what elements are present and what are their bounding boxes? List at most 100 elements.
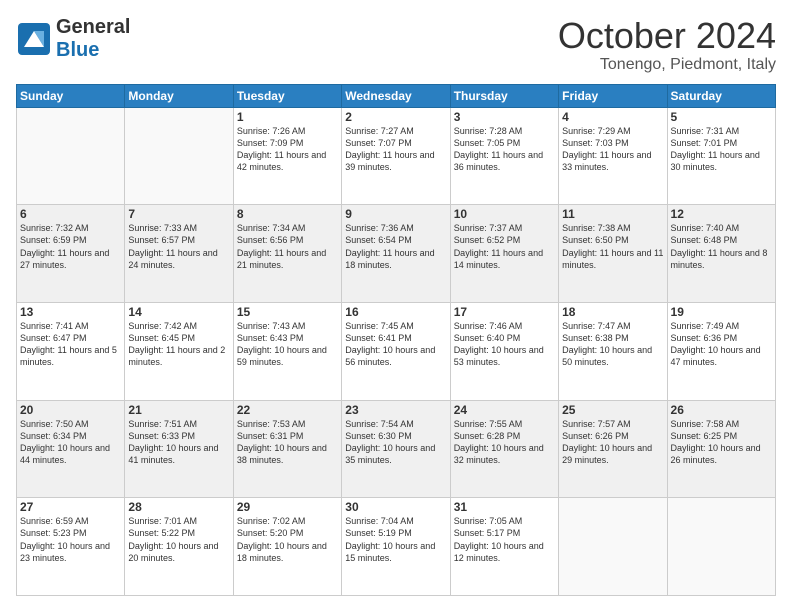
sunrise-text: Sunrise: 7:28 AM bbox=[454, 126, 523, 136]
day-info: Sunrise: 7:34 AMSunset: 6:56 PMDaylight:… bbox=[237, 222, 338, 271]
day-number: 13 bbox=[20, 305, 121, 319]
sunset-text: Sunset: 6:33 PM bbox=[128, 431, 195, 441]
day-info: Sunrise: 7:29 AMSunset: 7:03 PMDaylight:… bbox=[562, 125, 663, 174]
sunrise-text: Sunrise: 7:55 AM bbox=[454, 419, 523, 429]
daylight-text: Daylight: 10 hours and 53 minutes. bbox=[454, 345, 544, 367]
sunset-text: Sunset: 7:01 PM bbox=[671, 138, 738, 148]
table-row: 9Sunrise: 7:36 AMSunset: 6:54 PMDaylight… bbox=[342, 205, 450, 303]
day-info: Sunrise: 7:33 AMSunset: 6:57 PMDaylight:… bbox=[128, 222, 229, 271]
day-number: 27 bbox=[20, 500, 121, 514]
sunset-text: Sunset: 6:47 PM bbox=[20, 333, 87, 343]
calendar-week-row: 13 Sunrise: 7:41 AM Sunset: 6:47 PM Dayligh… bbox=[17, 302, 776, 400]
day-number: 2 bbox=[345, 110, 446, 124]
day-info: Sunrise: 7:55 AMSunset: 6:28 PMDaylight:… bbox=[454, 418, 555, 467]
day-info: Sunrise: 7:46 AM Sunset: 6:40 PM Daylight:… bbox=[454, 320, 555, 369]
daylight-text: Daylight: 11 hours and 11 minutes. bbox=[562, 248, 663, 270]
daylight-text: Daylight: 11 hours and 18 minutes. bbox=[345, 248, 434, 270]
day-number: 16 bbox=[345, 305, 446, 319]
sunrise-text: Sunrise: 7:50 AM bbox=[20, 419, 89, 429]
table-row: 3Sunrise: 7:28 AMSunset: 7:05 PMDaylight… bbox=[450, 107, 558, 205]
day-number: 5 bbox=[671, 110, 772, 124]
daylight-text: Daylight: 11 hours and 21 minutes. bbox=[237, 248, 326, 270]
table-row: 24Sunrise: 7:55 AMSunset: 6:28 PMDayligh… bbox=[450, 400, 558, 498]
day-number: 9 bbox=[345, 207, 446, 221]
sunset-text: Sunset: 6:31 PM bbox=[237, 431, 304, 441]
daylight-text: Daylight: 10 hours and 47 minutes. bbox=[671, 345, 761, 367]
day-number: 17 bbox=[454, 305, 555, 319]
sunrise-text: Sunrise: 7:41 AM bbox=[20, 321, 89, 331]
table-row: 20Sunrise: 7:50 AMSunset: 6:34 PMDayligh… bbox=[17, 400, 125, 498]
day-number: 29 bbox=[237, 500, 338, 514]
sunrise-text: Sunrise: 6:59 AM bbox=[20, 516, 89, 526]
table-row: 22Sunrise: 7:53 AMSunset: 6:31 PMDayligh… bbox=[233, 400, 341, 498]
day-number: 24 bbox=[454, 403, 555, 417]
col-sunday: Sunday bbox=[17, 84, 125, 107]
sunrise-text: Sunrise: 7:47 AM bbox=[562, 321, 631, 331]
day-number: 8 bbox=[237, 207, 338, 221]
calendar-header-row: Sunday Monday Tuesday Wednesday Thursday… bbox=[17, 84, 776, 107]
daylight-text: Daylight: 11 hours and 42 minutes. bbox=[237, 150, 326, 172]
table-row bbox=[125, 107, 233, 205]
day-info: Sunrise: 7:02 AMSunset: 5:20 PMDaylight:… bbox=[237, 515, 338, 564]
logo-blue: Blue bbox=[56, 39, 130, 62]
day-info: Sunrise: 7:40 AMSunset: 6:48 PMDaylight:… bbox=[671, 222, 772, 271]
day-info: Sunrise: 7:27 AMSunset: 7:07 PMDaylight:… bbox=[345, 125, 446, 174]
sunset-text: Sunset: 5:23 PM bbox=[20, 528, 87, 538]
col-wednesday: Wednesday bbox=[342, 84, 450, 107]
daylight-text: Daylight: 10 hours and 12 minutes. bbox=[454, 541, 544, 563]
header: General Blue October 2024 Tonengo, Piedm… bbox=[16, 16, 776, 74]
sunset-text: Sunset: 6:43 PM bbox=[237, 333, 304, 343]
logo-general: General bbox=[56, 16, 130, 39]
daylight-text: Daylight: 10 hours and 18 minutes. bbox=[237, 541, 327, 563]
day-number: 19 bbox=[671, 305, 772, 319]
sunrise-text: Sunrise: 7:42 AM bbox=[128, 321, 197, 331]
sunrise-text: Sunrise: 7:40 AM bbox=[671, 223, 740, 233]
sunset-text: Sunset: 7:05 PM bbox=[454, 138, 521, 148]
table-row: 26Sunrise: 7:58 AMSunset: 6:25 PMDayligh… bbox=[667, 400, 775, 498]
day-number: 21 bbox=[128, 403, 229, 417]
table-row: 6Sunrise: 7:32 AMSunset: 6:59 PMDaylight… bbox=[17, 205, 125, 303]
table-row: 12Sunrise: 7:40 AMSunset: 6:48 PMDayligh… bbox=[667, 205, 775, 303]
day-info: Sunrise: 7:31 AMSunset: 7:01 PMDaylight:… bbox=[671, 125, 772, 174]
daylight-text: Daylight: 11 hours and 36 minutes. bbox=[454, 150, 543, 172]
sunset-text: Sunset: 6:52 PM bbox=[454, 235, 521, 245]
sunrise-text: Sunrise: 7:36 AM bbox=[345, 223, 414, 233]
sunrise-text: Sunrise: 7:04 AM bbox=[345, 516, 414, 526]
sunset-text: Sunset: 6:48 PM bbox=[671, 235, 738, 245]
sunset-text: Sunset: 6:36 PM bbox=[671, 333, 738, 343]
logo: General Blue bbox=[16, 16, 130, 62]
daylight-text: Daylight: 10 hours and 38 minutes. bbox=[237, 443, 327, 465]
sunset-text: Sunset: 6:50 PM bbox=[562, 235, 629, 245]
day-info: Sunrise: 7:42 AMSunset: 6:45 PMDaylight:… bbox=[128, 320, 229, 369]
sunset-text: Sunset: 6:40 PM bbox=[454, 333, 521, 343]
day-info: Sunrise: 7:54 AMSunset: 6:30 PMDaylight:… bbox=[345, 418, 446, 467]
day-number: 26 bbox=[671, 403, 772, 417]
sunset-text: Sunset: 6:41 PM bbox=[345, 333, 412, 343]
sunrise-text: Sunrise: 7:46 AM bbox=[454, 321, 523, 331]
calendar-week-row: 1Sunrise: 7:26 AMSunset: 7:09 PMDaylight… bbox=[17, 107, 776, 205]
sunrise-text: Sunrise: 7:32 AM bbox=[20, 223, 89, 233]
day-info: Sunrise: 7:38 AMSunset: 6:50 PMDaylight:… bbox=[562, 222, 663, 271]
table-row: 29Sunrise: 7:02 AMSunset: 5:20 PMDayligh… bbox=[233, 498, 341, 596]
sunrise-text: Sunrise: 7:45 AM bbox=[345, 321, 414, 331]
table-row: 4Sunrise: 7:29 AMSunset: 7:03 PMDaylight… bbox=[559, 107, 667, 205]
sunset-text: Sunset: 5:22 PM bbox=[128, 528, 195, 538]
table-row: 23Sunrise: 7:54 AMSunset: 6:30 PMDayligh… bbox=[342, 400, 450, 498]
daylight-text: Daylight: 10 hours and 29 minutes. bbox=[562, 443, 652, 465]
sunrise-text: Sunrise: 7:49 AM bbox=[671, 321, 740, 331]
col-monday: Monday bbox=[125, 84, 233, 107]
table-row: 19 Sunrise: 7:49 AM Sunset: 6:36 PM Dayligh… bbox=[667, 302, 775, 400]
sunrise-text: Sunrise: 7:31 AM bbox=[671, 126, 740, 136]
day-number: 23 bbox=[345, 403, 446, 417]
sunset-text: Sunset: 5:17 PM bbox=[454, 528, 521, 538]
table-row: 15Sunrise: 7:43 AMSunset: 6:43 PMDayligh… bbox=[233, 302, 341, 400]
col-friday: Friday bbox=[559, 84, 667, 107]
table-row: 8Sunrise: 7:34 AMSunset: 6:56 PMDaylight… bbox=[233, 205, 341, 303]
day-info: Sunrise: 7:53 AMSunset: 6:31 PMDaylight:… bbox=[237, 418, 338, 467]
sunset-text: Sunset: 6:59 PM bbox=[20, 235, 87, 245]
table-row: 5Sunrise: 7:31 AMSunset: 7:01 PMDaylight… bbox=[667, 107, 775, 205]
day-number: 11 bbox=[562, 207, 663, 221]
col-saturday: Saturday bbox=[667, 84, 775, 107]
day-number: 30 bbox=[345, 500, 446, 514]
sunrise-text: Sunrise: 7:29 AM bbox=[562, 126, 631, 136]
